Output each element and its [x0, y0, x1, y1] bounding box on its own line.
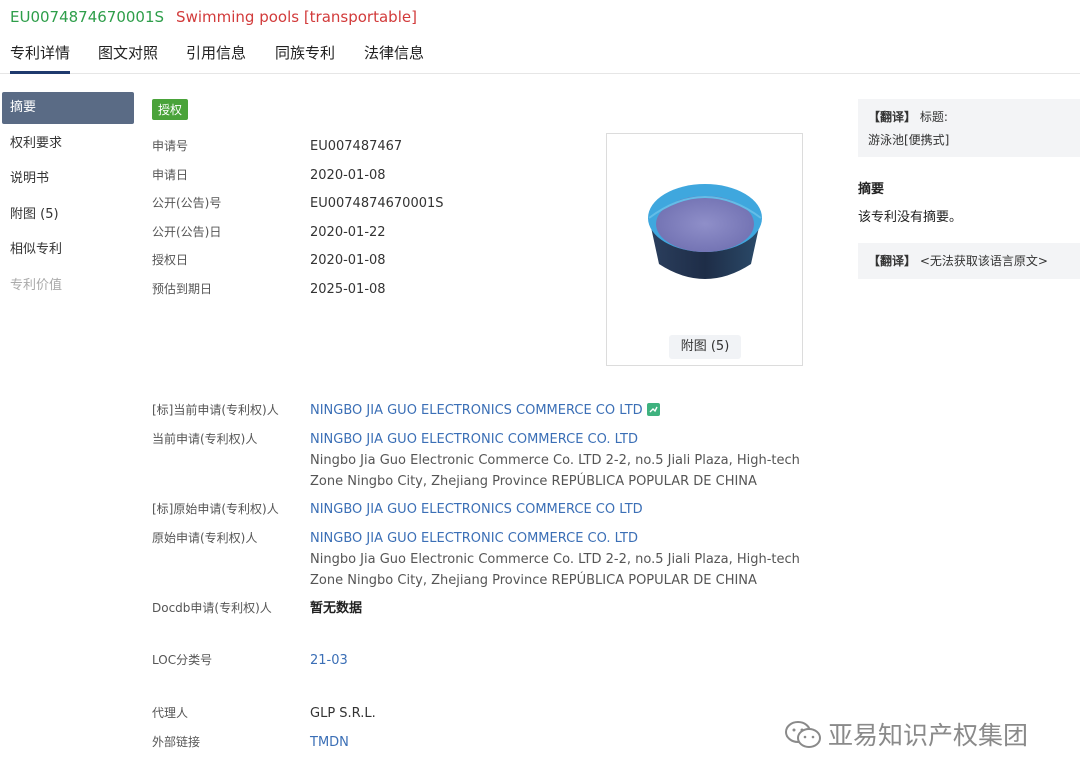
- field-label: 申请号: [152, 139, 189, 153]
- field-label: 申请日: [152, 168, 189, 182]
- applicant-address: Ningbo Jia Guo Electronic Commerce Co. L…: [310, 453, 800, 468]
- tab-legal-info[interactable]: 法律信息: [364, 42, 424, 71]
- field-label: 外部链接: [152, 735, 201, 749]
- loc-class-link[interactable]: 21-03: [310, 650, 790, 671]
- detail-tabs: 专利详情 图文对照 引用信息 同族专利 法律信息: [0, 36, 1080, 74]
- tmdn-link[interactable]: TMDN: [310, 732, 790, 753]
- tab-citations[interactable]: 引用信息: [186, 42, 246, 71]
- applicant-link[interactable]: NINGBO JIA GUO ELECTRONICS COMMERCE CO L…: [310, 403, 643, 418]
- field-value: NINGBO JIA GUO ELECTRONICS COMMERCE CO L…: [310, 499, 790, 520]
- status-badge: 授权: [152, 99, 189, 120]
- figure-preview[interactable]: 附图 (5): [606, 133, 803, 366]
- tab-image-text[interactable]: 图文对照: [98, 42, 158, 71]
- figures-button[interactable]: 附图 (5): [669, 335, 741, 359]
- field-label: 公开(公告)日: [152, 225, 222, 239]
- translation-unavailable: <无法获取该语言原文>: [919, 254, 1048, 268]
- title-translation: 游泳池[便携式]: [868, 133, 950, 147]
- sidebar-item-patent-value: 专利价值: [10, 277, 63, 293]
- field-label: [标]当前申请(专利权)人: [152, 403, 279, 417]
- abstract-translation-panel: 【翻译】 <无法获取该语言原文>: [858, 243, 1080, 279]
- applicant-link[interactable]: NINGBO JIA GUO ELECTRONIC COMMERCE CO. L…: [310, 528, 790, 549]
- sidebar-nav: 摘要 权利要求 说明书 附图 (5) 相似专利 专利价值: [2, 92, 134, 305]
- patent-number: EU0074874670001S: [10, 8, 165, 26]
- field-value: NINGBO JIA GUO ELECTRONICS COMMERCE CO L…: [310, 400, 790, 421]
- field-label: 原始申请(专利权)人: [152, 531, 258, 545]
- applicant-address: Zone Ningbo City, Zhejiang Province REPÚ…: [310, 573, 757, 588]
- sidebar-item-abstract[interactable]: 摘要: [2, 92, 134, 124]
- pool-figure-image: [648, 184, 762, 279]
- watermark: 亚易知识产权集团: [784, 716, 1028, 752]
- translate-label[interactable]: 【翻译】: [868, 110, 916, 124]
- applicant-address: Zone Ningbo City, Zhejiang Province REPÚ…: [310, 474, 757, 489]
- company-chart-icon[interactable]: [646, 403, 660, 416]
- abstract-text: 该专利没有摘要。: [858, 210, 963, 225]
- patent-title-bar: EU0074874670001S Swimming pools [transpor…: [10, 8, 417, 26]
- title-label: 标题:: [919, 110, 948, 124]
- field-label: 授权日: [152, 253, 189, 267]
- applicant-link[interactable]: NINGBO JIA GUO ELECTRONICS COMMERCE CO L…: [310, 502, 643, 517]
- tab-patent-detail[interactable]: 专利详情: [10, 42, 71, 74]
- field-label: Docdb申请(专利权)人: [152, 601, 272, 615]
- applicant-link[interactable]: NINGBO JIA GUO ELECTRONIC COMMERCE CO. L…: [310, 429, 790, 450]
- abstract-heading: 摘要: [858, 182, 885, 197]
- applicant-address: Ningbo Jia Guo Electronic Commerce Co. L…: [310, 552, 800, 567]
- field-label: 当前申请(专利权)人: [152, 432, 258, 446]
- sidebar-item-description[interactable]: 说明书: [2, 163, 134, 195]
- field-value: NINGBO JIA GUO ELECTRONIC COMMERCE CO. L…: [310, 429, 800, 492]
- field-value: NINGBO JIA GUO ELECTRONIC COMMERCE CO. L…: [310, 528, 800, 591]
- sidebar-item-figures[interactable]: 附图 (5): [2, 199, 134, 231]
- field-label: 公开(公告)号: [152, 196, 222, 210]
- sidebar-item-claims[interactable]: 权利要求: [2, 128, 134, 160]
- sidebar-item-similar-patents[interactable]: 相似专利: [2, 234, 134, 266]
- field-label: [标]原始申请(专利权)人: [152, 502, 279, 516]
- field-value: 暂无数据: [310, 601, 363, 616]
- tab-family-patents[interactable]: 同族专利: [275, 42, 335, 71]
- field-label: 预估到期日: [152, 282, 213, 296]
- title-translation-panel: 【翻译】 标题: 游泳池[便携式]: [858, 99, 1080, 157]
- field-label: 代理人: [152, 706, 189, 720]
- wechat-icon: [785, 721, 821, 748]
- field-value: GLP S.R.L.: [310, 706, 376, 721]
- patent-title: Swimming pools [transportable]: [176, 8, 417, 26]
- translate-label[interactable]: 【翻译】: [868, 254, 916, 268]
- watermark-text: 亚易知识产权集团: [828, 721, 1029, 750]
- field-label: LOC分类号: [152, 653, 213, 667]
